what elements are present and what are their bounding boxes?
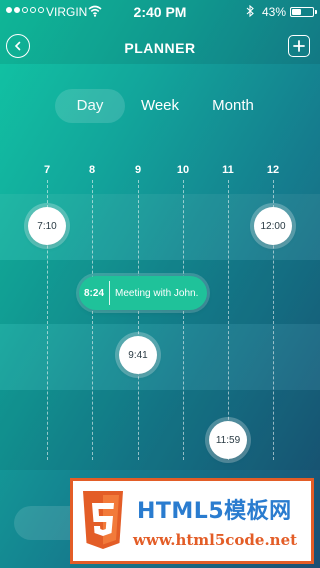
page-title: PLANNER — [124, 40, 196, 56]
tab-month[interactable]: Month — [200, 89, 266, 123]
battery-icon — [290, 7, 317, 17]
time-marker-bubble[interactable]: 7:10 — [28, 207, 66, 245]
event-title: Meeting with John. — [115, 287, 199, 299]
hour-gridline — [138, 180, 139, 460]
tab-week[interactable]: Week — [130, 89, 190, 123]
hour-gridline — [228, 180, 229, 460]
hour-label-8: 8 — [88, 164, 96, 176]
hour-gridline — [92, 180, 93, 460]
hour-label-9: 9 — [134, 164, 142, 176]
tab-day[interactable]: Day — [55, 89, 125, 123]
status-bar: VIRGIN 2:40 PM 43% — [0, 0, 320, 24]
watermark-banner: HTML5模板网 www.html5code.net — [70, 478, 314, 564]
timeline-row — [0, 324, 320, 390]
plus-icon — [293, 40, 305, 52]
event-item[interactable]: 8:24 Meeting with John. — [79, 276, 207, 310]
time-marker-bubble[interactable]: 12:00 — [254, 207, 292, 245]
watermark-title: HTML5模板网 — [137, 499, 292, 524]
time-marker-bubble[interactable]: 9:41 — [119, 336, 157, 374]
hour-label-11: 11 — [222, 164, 234, 176]
time-marker-bubble[interactable]: 11:59 — [209, 421, 247, 459]
hour-label-12: 12 — [266, 164, 280, 176]
watermark-url: www.html5code.net — [133, 531, 298, 549]
bluetooth-icon — [246, 5, 254, 17]
hour-gridline — [183, 180, 184, 460]
battery-percent: 43% — [262, 5, 287, 19]
event-time: 8:24 — [83, 287, 104, 299]
hour-label-10: 10 — [176, 164, 190, 176]
hour-label-7: 7 — [43, 164, 51, 176]
timeline-row — [0, 390, 320, 470]
add-event-button[interactable] — [288, 35, 310, 57]
html5-logo-icon — [83, 491, 123, 549]
